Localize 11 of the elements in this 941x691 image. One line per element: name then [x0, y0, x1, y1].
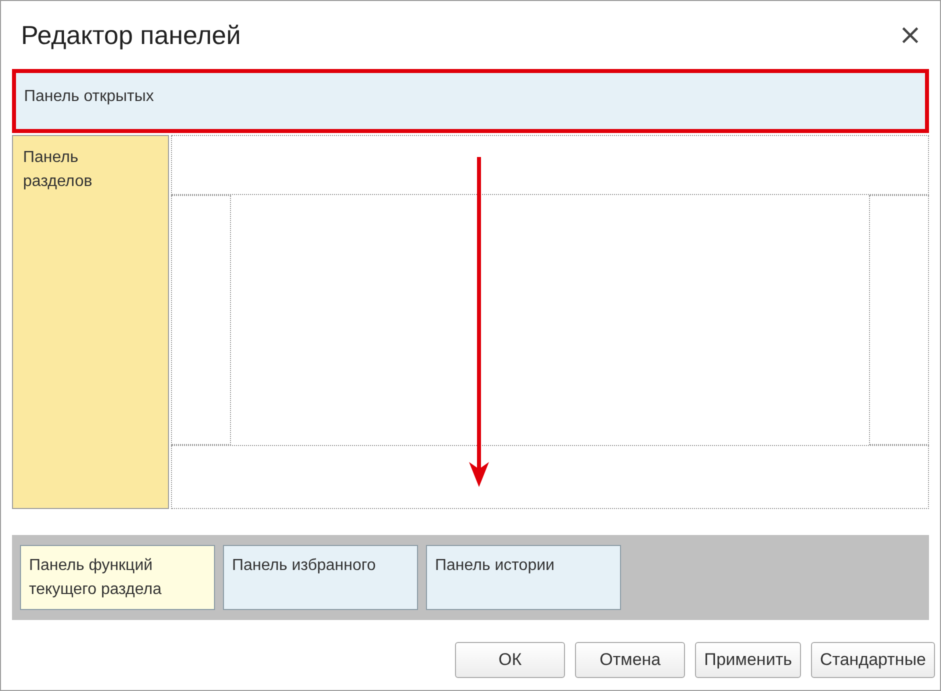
panel-tile[interactable]: Панель истории	[426, 545, 621, 610]
panel-tile[interactable]: Панель избранного	[223, 545, 418, 610]
panel-tile[interactable]: Панель функций текущего раздела	[20, 545, 215, 610]
sections-panel[interactable]: Панель разделов	[12, 135, 169, 509]
window-title: Редактор панелей	[21, 18, 241, 52]
dialog-button[interactable]: Применить	[695, 642, 801, 678]
dialog-button[interactable]: Отмена	[575, 642, 686, 678]
close-button[interactable]: ×	[898, 21, 922, 49]
dialog-button[interactable]: ОК	[455, 642, 566, 678]
open-panel[interactable]: Панель открытых	[12, 69, 929, 133]
dialog-button[interactable]: Стандартные	[810, 642, 935, 678]
